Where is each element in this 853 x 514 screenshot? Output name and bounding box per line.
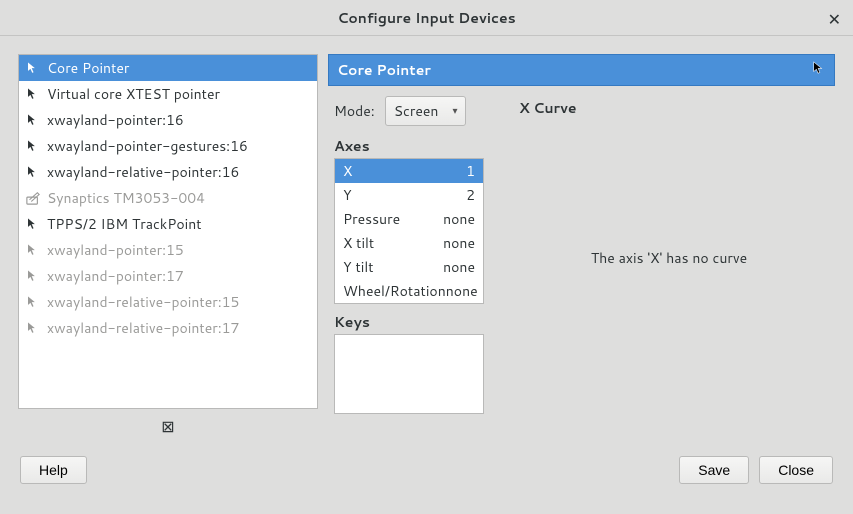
save-button[interactable]: Save	[679, 456, 749, 484]
close-button[interactable]: Close	[759, 456, 833, 484]
device-item[interactable]: xwayland-relative-pointer:16	[19, 159, 317, 185]
cursor-icon	[25, 320, 41, 336]
axis-value: 1	[466, 161, 475, 181]
device-item[interactable]: TPPS/2 IBM TrackPoint	[19, 211, 317, 237]
device-item[interactable]: xwayland-pointer:17	[19, 263, 317, 289]
device-label: Core Pointer	[47, 58, 129, 78]
axis-value: none	[443, 257, 475, 277]
axes-row[interactable]: Y tilt none	[335, 255, 483, 279]
mode-label: Mode:	[334, 101, 375, 121]
cursor-icon	[25, 294, 41, 310]
device-label: xwayland-pointer-gestures:16	[47, 136, 248, 156]
device-item[interactable]: xwayland-relative-pointer:17	[19, 315, 317, 341]
device-item[interactable]: Synaptics TM3053-004	[19, 185, 317, 211]
window-title: Configure Input Devices	[337, 8, 515, 28]
cursor-icon	[25, 216, 41, 232]
device-list[interactable]: Core Pointer Virtual core XTEST pointer xw…	[18, 54, 318, 409]
device-body: Mode: Screen ▾ Axes X1Y2PressurenoneX ti…	[328, 86, 835, 424]
axis-value: none	[443, 209, 475, 229]
axes-row[interactable]: Pressure none	[335, 207, 483, 231]
axis-name: X	[343, 161, 352, 181]
cursor-icon	[25, 112, 41, 128]
axis-name: Wheel/Rotation	[343, 281, 446, 301]
chevron-down-icon: ▾	[452, 104, 457, 118]
button-bar: Help Save Close	[0, 456, 853, 498]
device-item[interactable]: Virtual core XTEST pointer	[19, 81, 317, 107]
axes-table[interactable]: X1Y2PressurenoneX tiltnoneY tiltnoneWhee…	[334, 158, 484, 304]
button-bar-right: Save Close	[679, 456, 833, 484]
cursor-icon	[812, 60, 826, 80]
device-label: Synaptics TM3053-004	[47, 188, 205, 208]
device-label: Virtual core XTEST pointer	[47, 84, 220, 104]
axes-row[interactable]: Wheel/Rotationnone	[335, 279, 483, 303]
device-label: xwayland-pointer:17	[47, 266, 184, 286]
device-item[interactable]: xwayland-relative-pointer:15	[19, 289, 317, 315]
cursor-icon	[25, 138, 41, 154]
device-right-column: X Curve The axis 'X' has no curve	[509, 96, 829, 414]
device-item[interactable]: xwayland-pointer:16	[19, 107, 317, 133]
selection-indicator: ⊠	[18, 409, 318, 438]
axis-name: Pressure	[343, 209, 400, 229]
cursor-icon	[25, 164, 41, 180]
device-label: xwayland-relative-pointer:17	[47, 318, 239, 338]
device-item[interactable]: Core Pointer	[19, 55, 317, 81]
close-icon[interactable]: ✕	[828, 8, 841, 31]
axes-label: Axes	[334, 136, 494, 156]
keys-box[interactable]	[334, 334, 484, 414]
device-label: xwayland-relative-pointer:16	[47, 162, 239, 182]
tablet-icon	[25, 190, 41, 206]
curve-message: The axis 'X' has no curve	[519, 248, 819, 268]
device-item[interactable]: xwayland-pointer-gestures:16	[19, 133, 317, 159]
mode-row: Mode: Screen ▾	[334, 96, 494, 126]
device-label: xwayland-pointer:15	[47, 240, 184, 260]
device-label: TPPS/2 IBM TrackPoint	[47, 214, 202, 234]
axis-value: 2	[466, 185, 475, 205]
axes-row[interactable]: X tilt none	[335, 231, 483, 255]
left-panel: Core Pointer Virtual core XTEST pointer xw…	[18, 54, 318, 438]
axis-name: X tilt	[343, 233, 374, 253]
cursor-icon	[25, 60, 41, 76]
help-button[interactable]: Help	[20, 456, 87, 484]
keys-label: Keys	[334, 312, 494, 332]
curve-title: X Curve	[519, 98, 819, 118]
axis-name: Y tilt	[343, 257, 374, 277]
device-label: xwayland-pointer:16	[47, 110, 184, 130]
cursor-icon	[25, 268, 41, 284]
axes-row[interactable]: X1	[335, 159, 483, 183]
device-header-title: Core Pointer	[337, 60, 431, 80]
axis-value: none	[443, 233, 475, 253]
axes-row[interactable]: Y2	[335, 183, 483, 207]
cursor-icon	[25, 242, 41, 258]
axis-value: none	[446, 281, 478, 301]
device-left-column: Mode: Screen ▾ Axes X1Y2PressurenoneX ti…	[334, 96, 494, 414]
titlebar: Configure Input Devices ✕	[0, 0, 853, 36]
content-area: Core Pointer Virtual core XTEST pointer xw…	[0, 36, 853, 456]
right-panel: Core Pointer Mode: Screen ▾ Axes X1Y2Pre…	[328, 54, 835, 438]
axis-name: Y	[343, 185, 352, 205]
device-header: Core Pointer	[328, 54, 835, 86]
mode-combo[interactable]: Screen ▾	[385, 96, 467, 126]
mode-value: Screen	[394, 101, 439, 121]
device-label: xwayland-relative-pointer:15	[47, 292, 239, 312]
device-item[interactable]: xwayland-pointer:15	[19, 237, 317, 263]
cursor-icon	[25, 86, 41, 102]
